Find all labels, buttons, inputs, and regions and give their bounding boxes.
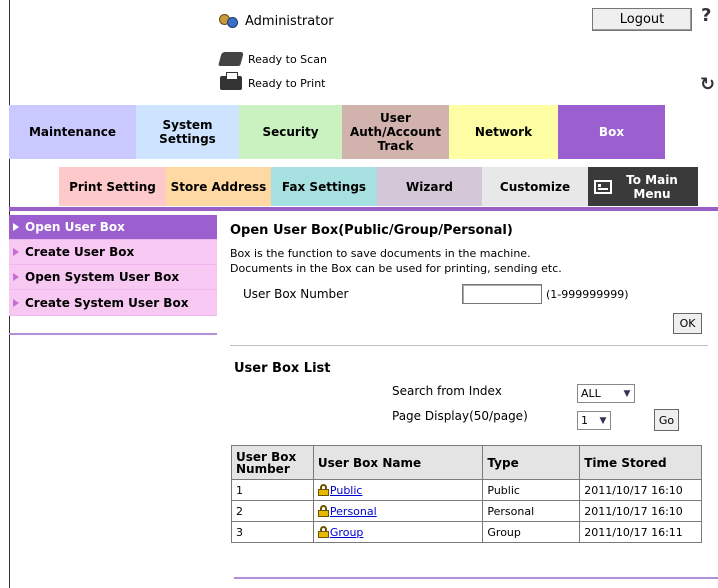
- menu-icon: [594, 179, 612, 194]
- admin-user: Administrator: [219, 10, 334, 32]
- table-header-row: User Box Number User Box Name Type Time …: [231, 445, 702, 480]
- go-button[interactable]: Go: [654, 409, 679, 431]
- search-index-select[interactable]: ALL ▼: [577, 384, 635, 403]
- box-name-link[interactable]: Personal: [330, 505, 377, 518]
- users-icon: [219, 12, 239, 30]
- logout-button[interactable]: Logout: [592, 8, 692, 31]
- tab-customize[interactable]: Customize: [482, 167, 588, 206]
- box-name-cell: Public: [312, 479, 484, 501]
- arrow-right-icon: [13, 223, 19, 231]
- page-display-value: 1: [581, 414, 588, 427]
- nav-item-label: Create User Box: [25, 245, 135, 259]
- table-row: 1 Public Public 2011/10/17 16:10: [231, 479, 702, 501]
- arrow-right-icon: [13, 248, 19, 256]
- search-index-label: Search from Index: [392, 384, 502, 398]
- box-name-link[interactable]: Group: [330, 526, 364, 539]
- arrow-right-icon: [13, 298, 19, 307]
- bottom-divider: [234, 577, 718, 579]
- to-main-menu-button[interactable]: To Main Menu: [588, 167, 698, 206]
- print-status-text: Ready to Print: [248, 76, 326, 90]
- box-name-cell: Personal: [312, 500, 484, 522]
- nav-create-user-box[interactable]: Create User Box: [9, 240, 217, 265]
- box-type-cell: Personal: [482, 500, 581, 522]
- left-nav: Open User Box Create User Box Open Syste…: [9, 215, 217, 316]
- table-row: 3 Group Group 2011/10/17 16:11: [231, 521, 702, 543]
- tab-user-auth[interactable]: User Auth/Account Track: [342, 105, 449, 159]
- col-name-header: User Box Name: [312, 445, 484, 480]
- help-icon[interactable]: ?: [701, 5, 711, 26]
- search-index-value: ALL: [581, 387, 601, 400]
- scan-status: Ready to Scan: [218, 49, 327, 69]
- box-number-range: (1-999999999): [546, 288, 629, 301]
- nav-item-label: Open System User Box: [25, 270, 180, 284]
- box-number-input[interactable]: [462, 284, 542, 304]
- box-number-cell: 3: [231, 521, 314, 543]
- scan-status-text: Ready to Scan: [248, 52, 327, 66]
- open-box-desc-1: Box is the function to save documents in…: [230, 247, 531, 260]
- tab-security[interactable]: Security: [239, 105, 342, 159]
- tab-wizard[interactable]: Wizard: [377, 167, 482, 206]
- chevron-down-icon: ▼: [599, 415, 607, 426]
- tab-network[interactable]: Network: [449, 105, 558, 159]
- nav-create-system-user-box[interactable]: Create System User Box: [9, 290, 217, 316]
- box-name-link[interactable]: Public: [330, 484, 363, 497]
- scanner-icon: [218, 52, 244, 66]
- box-number-cell: 2: [231, 500, 314, 522]
- box-number-cell: 1: [231, 479, 314, 501]
- chevron-down-icon: ▼: [623, 388, 631, 399]
- table-row: 2 Personal Personal 2011/10/17 16:10: [231, 500, 702, 522]
- to-main-menu-label: To Main Menu: [626, 172, 678, 201]
- col-type-header: Type: [482, 445, 581, 480]
- tab-box[interactable]: Box: [558, 105, 665, 159]
- lock-icon: [317, 504, 329, 517]
- tab-fax-settings[interactable]: Fax Settings: [271, 167, 377, 206]
- box-name-cell: Group: [312, 521, 484, 543]
- open-box-desc-2: Documents in the Box can be used for pri…: [230, 262, 562, 275]
- refresh-icon[interactable]: ↻: [700, 74, 715, 95]
- col-number-header: User Box Number: [231, 445, 314, 480]
- arrow-right-icon: [13, 273, 19, 281]
- box-number-label: User Box Number: [243, 287, 349, 301]
- lock-icon: [317, 525, 329, 538]
- page-display-label: Page Display(50/page): [392, 409, 528, 423]
- box-type-cell: Group: [482, 521, 581, 543]
- open-box-title: Open User Box(Public/Group/Personal): [230, 223, 513, 238]
- nav-item-label: Create System User Box: [25, 295, 189, 310]
- nav-divider: [9, 333, 217, 335]
- nav-item-label: Open User Box: [25, 220, 125, 234]
- lock-icon: [317, 483, 329, 496]
- nav-open-user-box[interactable]: Open User Box: [9, 215, 217, 240]
- box-time-cell: 2011/10/17 16:10: [579, 500, 702, 522]
- col-time-header: Time Stored: [579, 445, 702, 480]
- box-list-title: User Box List: [234, 361, 331, 376]
- page-display-select[interactable]: 1 ▼: [577, 411, 611, 430]
- user-box-table: User Box Number User Box Name Type Time …: [231, 445, 702, 543]
- printer-icon: [220, 72, 242, 90]
- user-name: Administrator: [245, 13, 334, 29]
- tab-print-setting[interactable]: Print Setting: [59, 167, 166, 206]
- ok-button[interactable]: OK: [673, 313, 702, 334]
- box-time-cell: 2011/10/17 16:11: [579, 521, 702, 543]
- nav-open-system-user-box[interactable]: Open System User Box: [9, 265, 217, 290]
- tab-system-settings[interactable]: System Settings: [136, 105, 239, 159]
- box-type-cell: Public: [482, 479, 581, 501]
- tab-divider: [9, 207, 718, 211]
- print-status: Ready to Print: [220, 72, 326, 93]
- section-divider: [230, 345, 708, 346]
- tab-store-address[interactable]: Store Address: [166, 167, 271, 206]
- box-time-cell: 2011/10/17 16:10: [579, 479, 702, 501]
- tab-maintenance[interactable]: Maintenance: [9, 105, 136, 159]
